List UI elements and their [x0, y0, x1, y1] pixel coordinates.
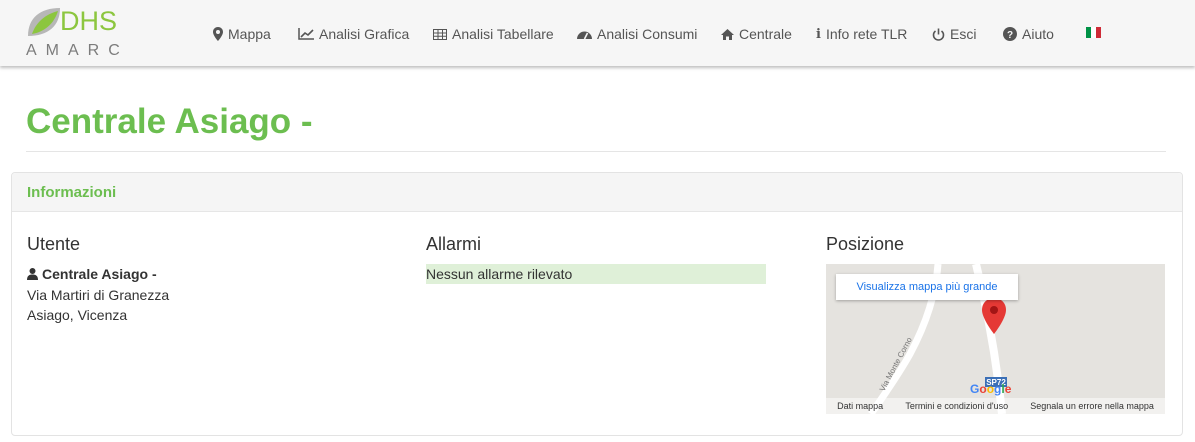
nav-aiuto[interactable]: ? Aiuto [1003, 24, 1054, 44]
nav-label: Mappa [228, 26, 271, 42]
navbar: DHS AMARC Mappa Analisi Grafica Analisi … [0, 0, 1195, 66]
nav-esci[interactable]: Esci [932, 24, 976, 44]
nav-info-rete-tlr[interactable]: i Info rete TLR [816, 24, 907, 44]
nav-analisi-consumi[interactable]: Analisi Consumi [577, 24, 697, 44]
user-address-line2: Asiago, Vicenza [27, 307, 128, 323]
user-address-line1: Via Martiri di Granezza [27, 287, 170, 303]
question-circle-icon: ? [1003, 27, 1017, 41]
nav-label: Analisi Consumi [597, 26, 698, 42]
google-logo: Google [970, 382, 1012, 396]
nav-centrale[interactable]: Centrale [721, 24, 792, 44]
nav-analisi-grafica[interactable]: Analisi Grafica [298, 24, 409, 44]
alarms-heading: Allarmi [426, 234, 482, 254]
home-icon [721, 28, 734, 40]
nav-label: Esci [950, 26, 977, 42]
map-data-link[interactable]: Dati mappa [837, 401, 883, 411]
nav-label: Aiuto [1022, 26, 1054, 42]
leaf-logo-icon [28, 8, 60, 36]
map-report-link[interactable]: Segnala un errore nella mappa [1030, 401, 1154, 411]
map-terms-link[interactable]: Termini e condizioni d'uso [905, 401, 1008, 411]
user-name: Centrale Asiago - [27, 266, 157, 282]
nav-analisi-tabellare[interactable]: Analisi Tabellare [433, 24, 554, 44]
nav-mappa[interactable]: Mappa [213, 24, 271, 44]
line-chart-icon [298, 28, 314, 40]
alarm-status: Nessun allarme rilevato [426, 264, 766, 284]
logo-text: DHS [60, 6, 118, 36]
info-icon: i [816, 26, 821, 42]
map-marker-icon [213, 27, 223, 41]
title-divider [26, 151, 1166, 152]
nav-label: Analisi Tabellare [452, 26, 554, 42]
power-icon [932, 28, 945, 41]
table-icon [433, 28, 447, 40]
user-icon [27, 268, 38, 280]
italy-flag-icon[interactable] [1086, 27, 1101, 38]
dhs-amarc-logo[interactable]: DHS AMARC [26, 4, 120, 60]
view-larger-map-button[interactable]: Visualizza mappa più grande [836, 274, 1018, 300]
panel-header: Informazioni [12, 173, 1182, 212]
user-heading: Utente [27, 234, 81, 254]
nav-label: Info rete TLR [825, 26, 908, 42]
position-heading: Posizione [826, 234, 905, 254]
user-name-text: Centrale Asiago - [42, 266, 157, 282]
map-street-label: Via Monte Corno [878, 335, 914, 393]
nav-label: Centrale [739, 26, 792, 42]
dashboard-icon [577, 29, 592, 40]
panel-title: Informazioni [27, 184, 117, 201]
map-footer: Dati mappa Termini e condizioni d'uso Se… [826, 398, 1165, 414]
map-pin-icon[interactable] [982, 298, 1006, 334]
map-embed[interactable]: Via Monte Corno SP72 Google Visualizza m… [826, 264, 1165, 414]
page-title: Centrale Asiago - [26, 102, 313, 141]
logo-subtext: AMARC [26, 42, 129, 59]
svg-text:?: ? [1007, 30, 1013, 41]
nav-label: Analisi Grafica [319, 26, 410, 42]
